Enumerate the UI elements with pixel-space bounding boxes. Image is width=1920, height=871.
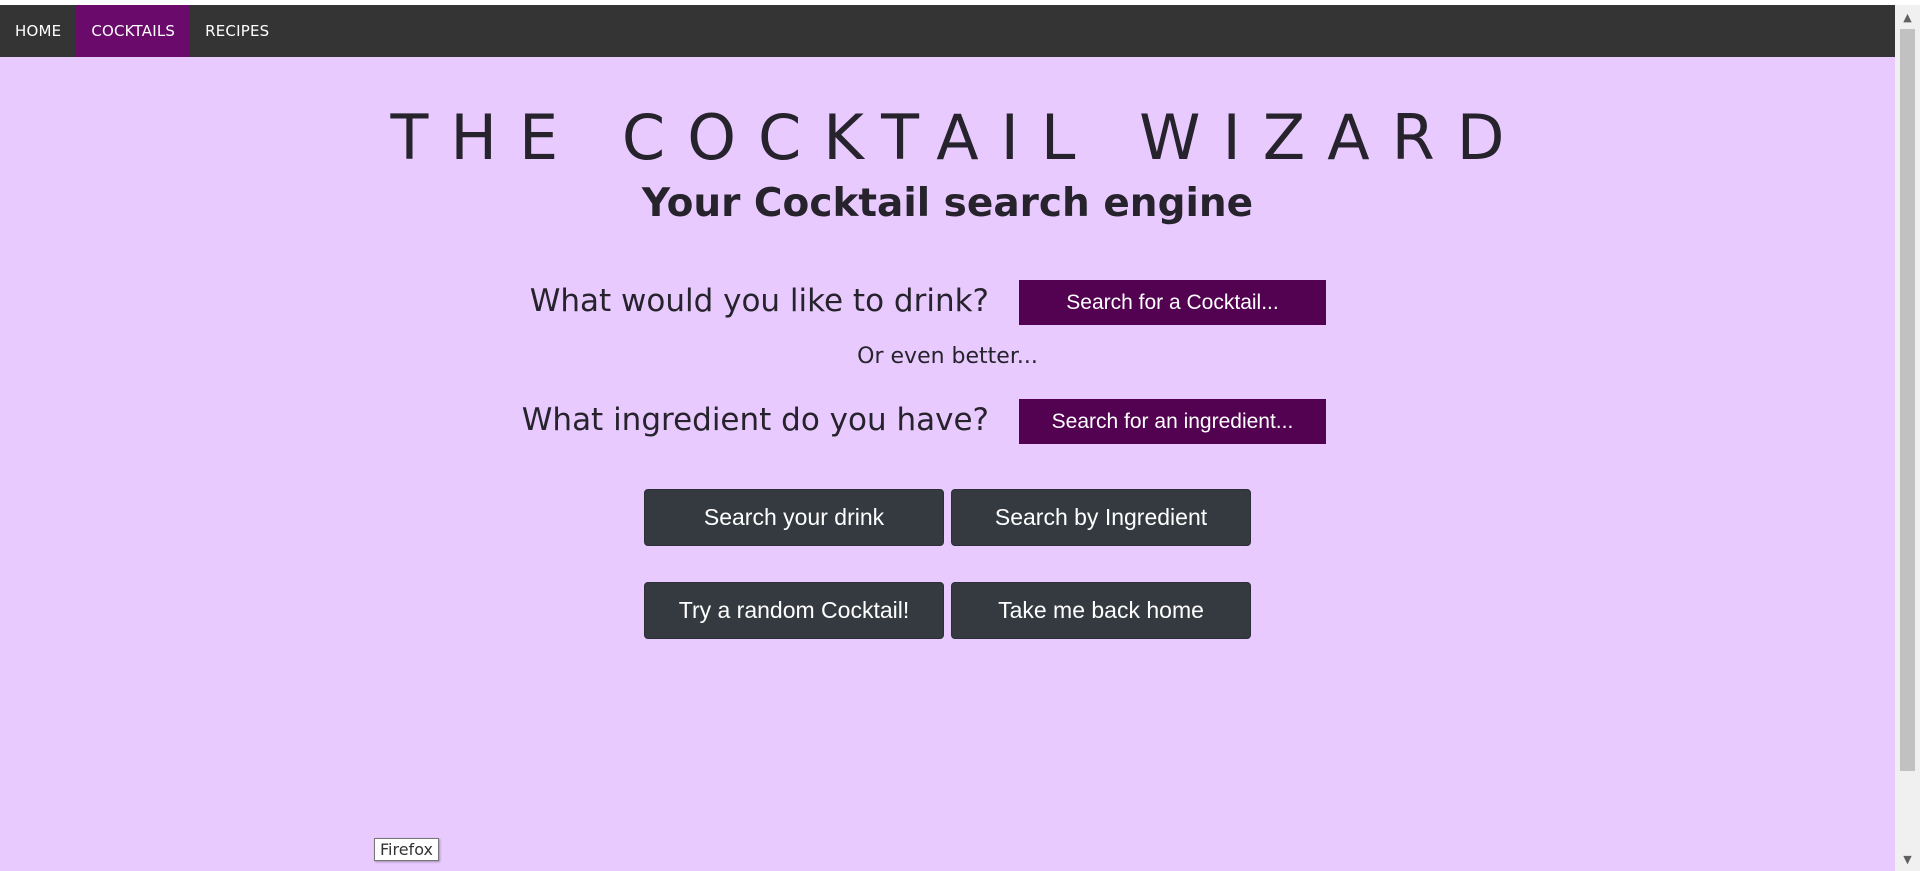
drink-question-label: What would you like to drink? (529, 283, 989, 319)
scroll-thumb[interactable] (1900, 29, 1915, 771)
page-viewport: HOME COCKTAILS RECIPES THE COCKTAIL WIZA… (0, 5, 1895, 871)
search-by-ingredient-button[interactable]: Search by Ingredient (951, 489, 1251, 546)
nav-item-recipes[interactable]: RECIPES (190, 5, 284, 57)
search-ingredient-input-button[interactable]: Search for an ingredient... (1019, 399, 1326, 444)
ingredient-question-label: What ingredient do you have? (521, 402, 989, 438)
page-title: THE COCKTAIL WIZARD (390, 101, 1527, 174)
firefox-tooltip: Firefox (374, 838, 439, 861)
scroll-up-arrow-icon[interactable]: ▲ (1895, 7, 1920, 27)
random-cocktail-button[interactable]: Try a random Cocktail! (644, 582, 944, 639)
back-home-button[interactable]: Take me back home (951, 582, 1251, 639)
scroll-down-arrow-icon[interactable]: ▼ (1895, 849, 1920, 869)
vertical-scrollbar[interactable]: ▲ ▼ (1895, 5, 1920, 871)
nav-item-home[interactable]: HOME (0, 5, 76, 57)
search-cocktail-button[interactable]: Search for a Cocktail... (1019, 280, 1326, 325)
or-even-better-text: Or even better... (857, 344, 1038, 369)
nav-item-cocktails[interactable]: COCKTAILS (76, 5, 191, 57)
search-your-drink-button[interactable]: Search your drink (644, 489, 944, 546)
page-subtitle: Your Cocktail search engine (641, 181, 1254, 226)
top-navbar: HOME COCKTAILS RECIPES (0, 5, 1895, 57)
